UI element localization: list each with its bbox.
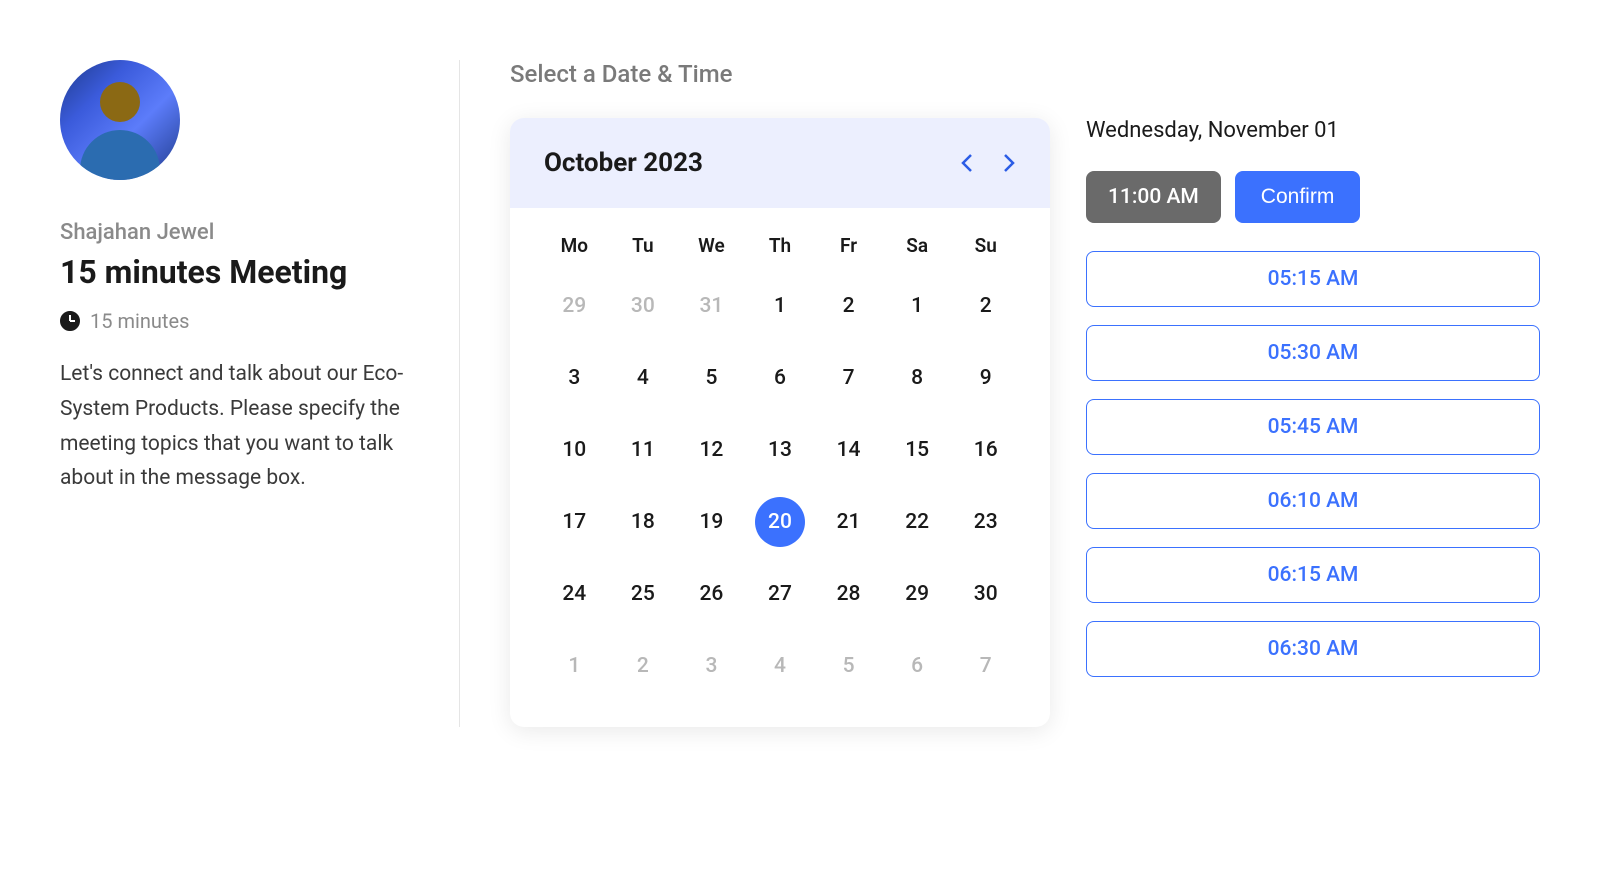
calendar-day[interactable]: 11 bbox=[609, 425, 678, 475]
calendar-day[interactable]: 23 bbox=[951, 497, 1020, 547]
calendar-days-grid: 2930311212345678910111213141516171819202… bbox=[540, 281, 1020, 691]
calendar-day[interactable]: 12 bbox=[677, 425, 746, 475]
calendar-day[interactable]: 25 bbox=[609, 569, 678, 619]
calendar-day: 1 bbox=[540, 641, 609, 691]
calendar-day[interactable]: 30 bbox=[951, 569, 1020, 619]
weekday-header: Tu bbox=[609, 234, 678, 257]
calendar-day[interactable]: 16 bbox=[951, 425, 1020, 475]
calendar-day: 4 bbox=[746, 641, 815, 691]
calendar-day[interactable]: 24 bbox=[540, 569, 609, 619]
weekday-header: Fr bbox=[814, 234, 883, 257]
calendar-day[interactable]: 21 bbox=[814, 497, 883, 547]
confirm-row: 11:00 AM Confirm bbox=[1086, 171, 1540, 223]
calendar-day[interactable]: 29 bbox=[883, 569, 952, 619]
calendar-day[interactable]: 20 bbox=[746, 497, 815, 547]
time-slots-list: 05:15 AM 05:30 AM 05:45 AM 06:10 AM 06:15 AM… bbox=[1086, 251, 1540, 677]
calendar-day[interactable]: 26 bbox=[677, 569, 746, 619]
calendar-day[interactable]: 8 bbox=[883, 353, 952, 403]
calendar-day[interactable]: 28 bbox=[814, 569, 883, 619]
calendar-day[interactable]: 15 bbox=[883, 425, 952, 475]
clock-icon bbox=[60, 311, 80, 331]
calendar: October 2023 MoTuWeThFrSaSu 293031121234… bbox=[510, 118, 1050, 727]
calendar-nav bbox=[960, 151, 1016, 175]
calendar-day[interactable]: 13 bbox=[746, 425, 815, 475]
calendar-day: 29 bbox=[540, 281, 609, 331]
time-slot[interactable]: 05:45 AM bbox=[1086, 399, 1540, 455]
calendar-day: 6 bbox=[883, 641, 952, 691]
meeting-description: Let's connect and talk about our Eco-Sys… bbox=[60, 357, 419, 496]
calendar-day[interactable]: 10 bbox=[540, 425, 609, 475]
chevron-left-icon bbox=[961, 153, 973, 173]
meeting-title: 15 minutes Meeting bbox=[60, 253, 419, 291]
section-title: Select a Date & Time bbox=[510, 60, 1540, 88]
weekday-header: Su bbox=[951, 234, 1020, 257]
confirm-button[interactable]: Confirm bbox=[1235, 171, 1361, 223]
calendar-day: 2 bbox=[609, 641, 678, 691]
chevron-right-icon bbox=[1003, 153, 1015, 173]
calendar-day: 30 bbox=[609, 281, 678, 331]
calendar-day[interactable]: 22 bbox=[883, 497, 952, 547]
duration-text: 15 minutes bbox=[90, 309, 189, 333]
selected-time-chip: 11:00 AM bbox=[1086, 171, 1221, 223]
time-slot[interactable]: 06:15 AM bbox=[1086, 547, 1540, 603]
time-slot[interactable]: 06:30 AM bbox=[1086, 621, 1540, 677]
calendar-day[interactable]: 2 bbox=[951, 281, 1020, 331]
calendar-day[interactable]: 1 bbox=[746, 281, 815, 331]
duration-row: 15 minutes bbox=[60, 309, 419, 333]
calendar-day[interactable]: 7 bbox=[814, 353, 883, 403]
calendar-day[interactable]: 5 bbox=[677, 353, 746, 403]
weekday-header: We bbox=[677, 234, 746, 257]
time-panel: Wednesday, November 01 11:00 AM Confirm … bbox=[1086, 118, 1540, 677]
calendar-day[interactable]: 4 bbox=[609, 353, 678, 403]
next-month-button[interactable] bbox=[1002, 151, 1016, 175]
weekday-header: Mo bbox=[540, 234, 609, 257]
calendar-day[interactable]: 9 bbox=[951, 353, 1020, 403]
calendar-day: 5 bbox=[814, 641, 883, 691]
calendar-day[interactable]: 1 bbox=[883, 281, 952, 331]
time-slot[interactable]: 05:15 AM bbox=[1086, 251, 1540, 307]
calendar-day: 7 bbox=[951, 641, 1020, 691]
calendar-day[interactable]: 6 bbox=[746, 353, 815, 403]
calendar-weekdays: MoTuWeThFrSaSu bbox=[540, 234, 1020, 257]
calendar-header: October 2023 bbox=[510, 118, 1050, 208]
selected-date-label: Wednesday, November 01 bbox=[1086, 118, 1540, 143]
time-slot[interactable]: 06:10 AM bbox=[1086, 473, 1540, 529]
calendar-day[interactable]: 14 bbox=[814, 425, 883, 475]
calendar-day[interactable]: 18 bbox=[609, 497, 678, 547]
calendar-day[interactable]: 19 bbox=[677, 497, 746, 547]
date-time-picker-panel: Select a Date & Time October 2023 Mo bbox=[510, 60, 1540, 727]
calendar-month-year: October 2023 bbox=[544, 148, 703, 178]
host-avatar bbox=[60, 60, 180, 180]
weekday-header: Th bbox=[746, 234, 815, 257]
calendar-day[interactable]: 27 bbox=[746, 569, 815, 619]
host-name: Shajahan Jewel bbox=[60, 220, 419, 245]
weekday-header: Sa bbox=[883, 234, 952, 257]
calendar-day[interactable]: 3 bbox=[540, 353, 609, 403]
time-slot[interactable]: 05:30 AM bbox=[1086, 325, 1540, 381]
calendar-day: 31 bbox=[677, 281, 746, 331]
meeting-info-panel: Shajahan Jewel 15 minutes Meeting 15 min… bbox=[60, 60, 460, 727]
calendar-day[interactable]: 2 bbox=[814, 281, 883, 331]
calendar-day: 3 bbox=[677, 641, 746, 691]
calendar-day[interactable]: 17 bbox=[540, 497, 609, 547]
prev-month-button[interactable] bbox=[960, 151, 974, 175]
